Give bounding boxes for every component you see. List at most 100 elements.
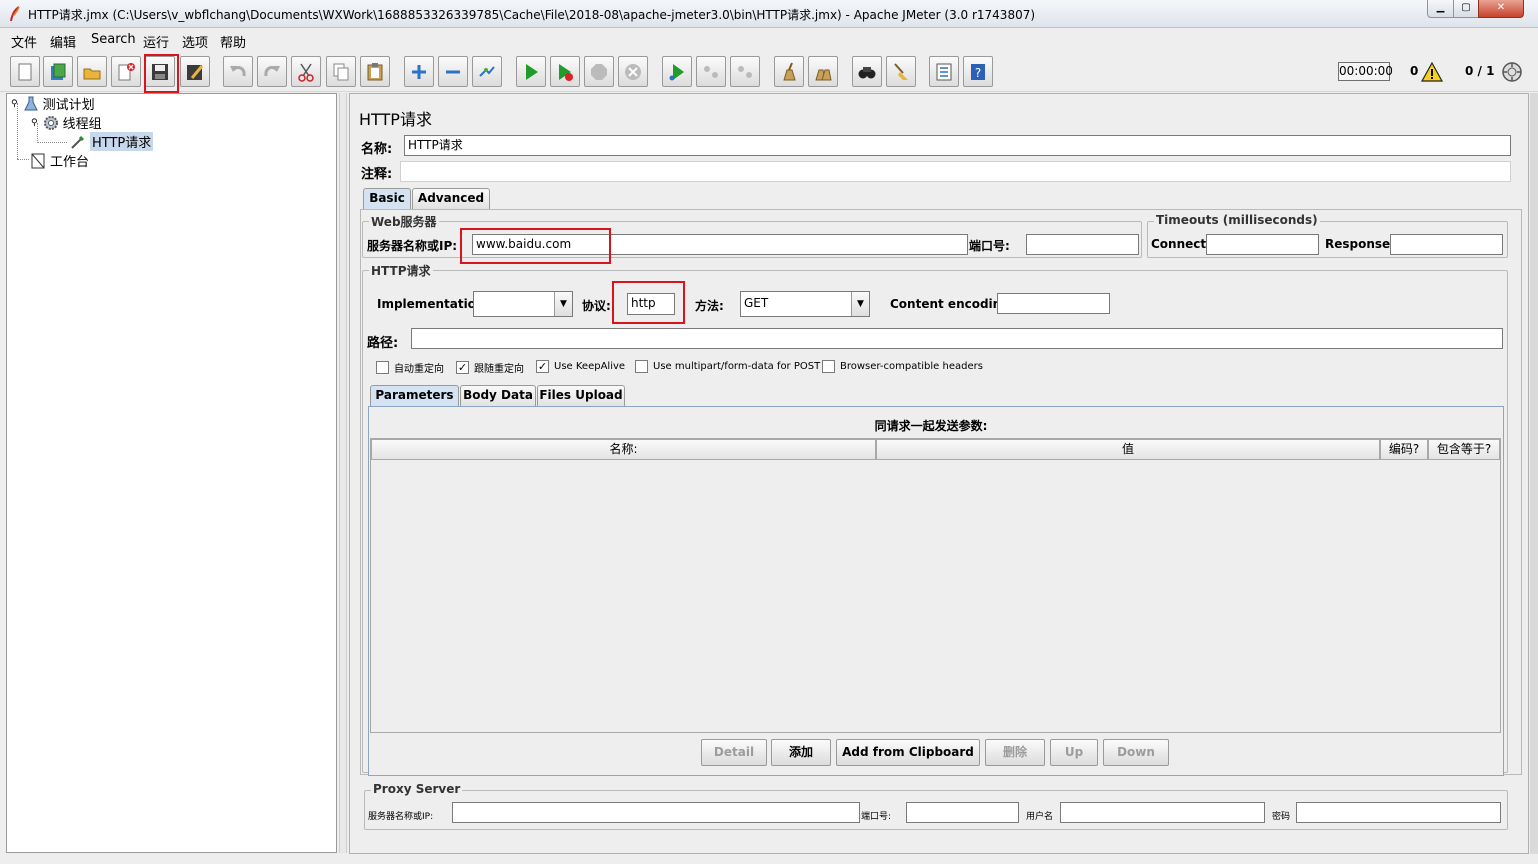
paste-button[interactable] — [360, 56, 390, 87]
checkbox-box[interactable] — [376, 361, 389, 374]
new-button[interactable] — [10, 56, 40, 87]
name-label: 名称: — [361, 142, 393, 157]
checkbox-box[interactable] — [822, 360, 835, 373]
expand-toggle-icon[interactable]: ⚲ — [11, 99, 18, 109]
content-encoding-field[interactable] — [997, 293, 1110, 314]
close-window-button[interactable]: ✕ — [1478, 0, 1524, 18]
undo-button[interactable] — [223, 56, 253, 87]
proxy-server-label: 服务器名称或IP: — [368, 812, 434, 822]
tree-label-thread-group: 线程组 — [62, 117, 102, 132]
column-header-encode[interactable]: 编码? — [1380, 439, 1428, 460]
comment-field[interactable] — [400, 161, 1511, 182]
close-file-button[interactable] — [111, 56, 141, 87]
clear-button[interactable] — [774, 56, 804, 87]
menu-edit[interactable]: 编辑 — [50, 32, 76, 51]
menu-search[interactable]: Search — [91, 32, 136, 47]
column-header-name[interactable]: 名称: — [371, 439, 876, 460]
save-button[interactable] — [145, 56, 175, 87]
error-count: 0 — [1410, 64, 1419, 78]
expand-all-button[interactable] — [404, 56, 434, 87]
delete-button[interactable]: 删除 — [985, 739, 1045, 766]
reset-search-button[interactable] — [886, 56, 916, 87]
tab-advanced[interactable]: Advanced — [412, 188, 490, 209]
sampler-editor-panel: HTTP请求 名称: HTTP请求 注释: Basic Advanced Web… — [349, 93, 1529, 854]
split-pane-divider[interactable] — [339, 93, 347, 853]
start-button[interactable] — [516, 56, 546, 87]
menu-options[interactable]: 选项 — [182, 32, 208, 51]
menu-file[interactable]: 文件 — [11, 32, 37, 51]
search-button[interactable] — [852, 56, 882, 87]
toggle-button[interactable] — [472, 56, 502, 87]
proxy-password-field[interactable] — [1296, 802, 1501, 823]
tree-label-workbench: 工作台 — [50, 155, 90, 170]
checkbox-box[interactable]: ✓ — [536, 360, 549, 373]
multipart-checkbox[interactable]: Use multipart/form-data for POST — [635, 360, 820, 373]
tab-parameters[interactable]: Parameters — [370, 385, 459, 406]
stop-button[interactable] — [584, 56, 614, 87]
browser-headers-checkbox[interactable]: Browser-compatible headers — [822, 360, 983, 373]
remote-shutdown-button[interactable] — [730, 56, 760, 87]
port-field[interactable] — [1026, 234, 1139, 255]
add-from-clipboard-button[interactable]: Add from Clipboard — [836, 739, 980, 766]
proxy-port-field[interactable] — [906, 802, 1019, 823]
server-field[interactable]: www.baidu.com — [472, 234, 968, 255]
clear-all-icon — [815, 69, 832, 80]
protocol-field[interactable]: http — [627, 293, 675, 315]
redo-button[interactable] — [257, 56, 287, 87]
shutdown-button[interactable] — [618, 56, 648, 87]
maximize-button[interactable]: ▢ — [1453, 0, 1479, 18]
copy-button[interactable] — [326, 56, 356, 87]
dropdown-arrow-icon: ▼ — [851, 292, 869, 316]
templates-button[interactable] — [43, 56, 73, 87]
tree-node-test-plan[interactable]: ⚲ 测试计划 — [11, 94, 95, 113]
jmeter-feather-icon — [10, 6, 20, 22]
add-button[interactable]: 添加 — [771, 739, 831, 766]
method-value: GET — [744, 296, 769, 310]
column-header-value[interactable]: 值 — [876, 439, 1380, 460]
warning-icon[interactable] — [1421, 62, 1443, 82]
clear-all-button[interactable] — [808, 56, 838, 87]
tree-node-http-request[interactable]: HTTP请求 — [69, 132, 154, 151]
column-header-include-equals[interactable]: 包含等于? — [1428, 439, 1500, 460]
proxy-user-field[interactable] — [1060, 802, 1265, 823]
down-button[interactable]: Down — [1103, 739, 1169, 766]
tree-label-test-plan: 测试计划 — [42, 98, 95, 113]
checkbox-box[interactable] — [635, 360, 648, 373]
save-as-button[interactable] — [180, 56, 210, 87]
menu-run[interactable]: 运行 — [143, 32, 169, 51]
tree-node-workbench[interactable]: 工作台 — [29, 151, 89, 170]
implementation-select[interactable]: ▼ — [473, 291, 573, 317]
remote-engines-icon[interactable] — [1501, 61, 1523, 83]
help-button[interactable]: ? — [963, 56, 993, 87]
undo-icon — [230, 65, 246, 76]
function-helper-button[interactable] — [929, 56, 959, 87]
redirect-auto-checkbox[interactable]: 自动重定向 — [376, 360, 444, 375]
keepalive-checkbox[interactable]: ✓ Use KeepAlive — [536, 360, 625, 373]
tab-body-data[interactable]: Body Data — [460, 385, 536, 406]
start-no-pauses-button[interactable] — [550, 56, 580, 87]
menu-help[interactable]: 帮助 — [220, 32, 246, 51]
path-field[interactable] — [411, 328, 1503, 349]
follow-redirects-checkbox[interactable]: ✓ 跟随重定向 — [456, 360, 524, 375]
tab-files-upload[interactable]: Files Upload — [537, 385, 625, 406]
tab-basic[interactable]: Basic — [363, 188, 411, 209]
checkbox-box[interactable]: ✓ — [456, 361, 469, 374]
remote-start-button[interactable] — [662, 56, 692, 87]
name-field[interactable]: HTTP请求 — [404, 135, 1511, 156]
minimize-button[interactable]: ▁ — [1427, 0, 1454, 18]
cut-button[interactable] — [291, 56, 321, 87]
proxy-server-field[interactable] — [452, 802, 860, 823]
remote-stop-button[interactable] — [696, 56, 726, 87]
tree-label-http-request: HTTP请求 — [90, 132, 154, 151]
tree-node-thread-group[interactable]: ⚲ 线程组 — [31, 113, 102, 132]
response-timeout-field[interactable] — [1390, 234, 1503, 255]
detail-button[interactable]: Detail — [701, 739, 767, 766]
open-button[interactable] — [77, 56, 107, 87]
connect-timeout-field[interactable] — [1206, 234, 1319, 255]
method-select[interactable]: GET ▼ — [740, 291, 870, 317]
up-button[interactable]: Up — [1050, 739, 1098, 766]
timeouts-group: Timeouts (milliseconds) Connect: Respons… — [1147, 213, 1508, 258]
expand-toggle-icon[interactable]: ⚲ — [31, 118, 38, 128]
save-as-icon — [187, 64, 204, 80]
collapse-all-button[interactable] — [438, 56, 468, 87]
